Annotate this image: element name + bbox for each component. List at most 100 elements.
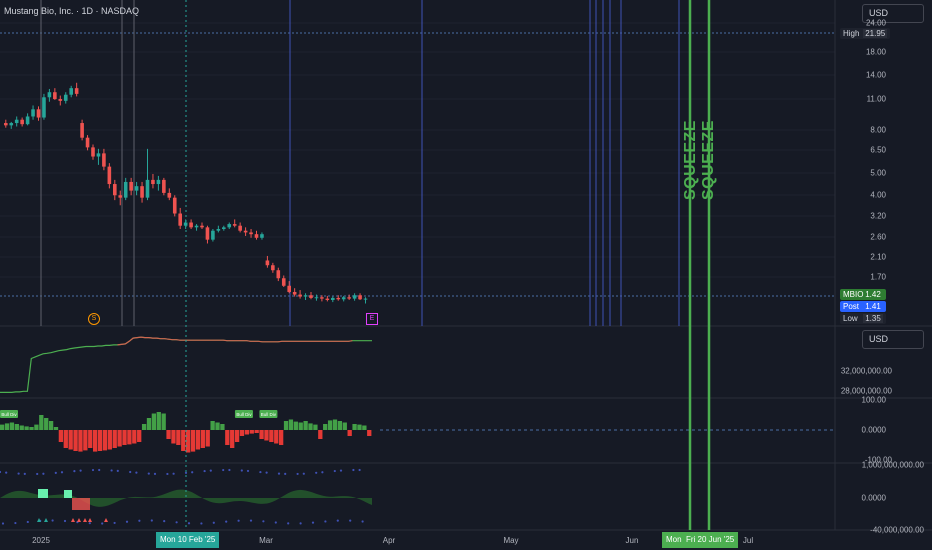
candle-body bbox=[222, 227, 226, 230]
osc-dot-upper bbox=[135, 471, 138, 474]
histogram-bar bbox=[39, 415, 44, 430]
candle-body bbox=[281, 278, 286, 286]
osc-dot-lower bbox=[299, 522, 302, 525]
osc-dot-lower bbox=[88, 522, 91, 525]
candle-body bbox=[134, 186, 139, 191]
osc-dot-upper bbox=[54, 471, 57, 474]
osc-dot-upper bbox=[209, 469, 212, 472]
osc-dot-upper bbox=[172, 472, 175, 475]
currency-selector-volume[interactable]: USD bbox=[862, 330, 924, 349]
candle-body bbox=[151, 179, 155, 185]
candle-body bbox=[341, 297, 346, 300]
osc-dot-upper bbox=[0, 470, 2, 474]
candle-body bbox=[292, 291, 297, 295]
candle-body bbox=[200, 225, 204, 228]
price-tick: 24.00 bbox=[865, 18, 886, 28]
dividend-marker[interactable]: S bbox=[88, 313, 100, 325]
histogram-bar bbox=[171, 430, 176, 444]
histogram-bar bbox=[293, 421, 298, 430]
osc-triangle bbox=[77, 518, 81, 522]
candle-body bbox=[303, 295, 308, 297]
candle-body bbox=[4, 123, 8, 126]
osc-dot-lower bbox=[200, 522, 203, 525]
histogram-bar bbox=[288, 419, 294, 430]
histogram-bar bbox=[4, 423, 10, 430]
candle-body bbox=[172, 197, 177, 214]
chart-stage[interactable]: Bull Div Bull Div Bull Div Mustang Bio, In… bbox=[0, 0, 932, 550]
histogram-bar bbox=[19, 425, 24, 430]
histogram-bar bbox=[303, 421, 308, 430]
post-tag-label: Post bbox=[843, 302, 860, 311]
earnings-marker[interactable]: E bbox=[366, 313, 378, 325]
histogram-bar bbox=[225, 430, 230, 445]
histogram-bar bbox=[362, 425, 367, 430]
osc-dot-lower bbox=[26, 520, 29, 524]
volume-tick: 28,000,000.00 bbox=[840, 386, 892, 396]
candle-body bbox=[331, 297, 335, 300]
osc-triangle bbox=[44, 518, 48, 522]
osc-dot-upper bbox=[42, 472, 45, 475]
histogram-bar bbox=[347, 430, 352, 436]
histogram-bar bbox=[68, 430, 73, 450]
osc-dot-lower bbox=[249, 519, 253, 522]
histogram-bar bbox=[190, 430, 196, 452]
osc-dot-lower bbox=[324, 520, 327, 523]
candle-body bbox=[9, 123, 14, 126]
osc-dot-lower bbox=[187, 522, 191, 525]
osc-dot-lower bbox=[163, 520, 166, 523]
osc-dot-lower bbox=[150, 519, 153, 522]
candle-body bbox=[80, 123, 84, 138]
histogram-bar bbox=[151, 413, 157, 430]
histogram-bar bbox=[83, 430, 88, 451]
histogram-bar bbox=[107, 430, 112, 450]
squeeze-date-label-fri: Fri 20 Jun '25 bbox=[682, 532, 739, 548]
osc-dot-lower bbox=[237, 519, 240, 522]
osc-dot-lower bbox=[287, 522, 290, 525]
bull-div-badge-text: Bull Div bbox=[1, 412, 17, 417]
symbol-price-tag: MBIO 1.42 bbox=[840, 289, 886, 300]
histogram-bar bbox=[9, 422, 15, 430]
osc-dot-upper bbox=[17, 472, 20, 475]
histogram-bar bbox=[141, 424, 147, 430]
osc-triangle bbox=[88, 518, 92, 522]
osc-dot-lower bbox=[175, 521, 178, 524]
osc-spike-green bbox=[38, 489, 48, 498]
crosshair-date-label: Mon 10 Feb '25 bbox=[156, 532, 220, 548]
histogram-bar bbox=[239, 430, 245, 436]
candle-body bbox=[265, 260, 270, 266]
candle-body bbox=[298, 294, 302, 297]
price-tick: 5.00 bbox=[870, 168, 886, 178]
histogram-bar bbox=[166, 430, 171, 439]
candle-body bbox=[276, 270, 281, 279]
histogram-bar bbox=[88, 430, 93, 448]
histogram-bar bbox=[78, 430, 83, 452]
candle-body bbox=[156, 179, 161, 185]
candle-body bbox=[194, 225, 199, 228]
osc-dot-lower bbox=[51, 519, 54, 522]
osc-dot-upper bbox=[73, 470, 76, 473]
osc2-tick: 0.0000 bbox=[861, 493, 886, 503]
candle-body bbox=[320, 297, 324, 299]
histogram-bar bbox=[269, 430, 274, 442]
candle-body bbox=[25, 116, 30, 125]
histogram-bar bbox=[102, 430, 108, 451]
histogram-bar bbox=[58, 430, 64, 442]
osc-dot-lower bbox=[361, 520, 364, 523]
osc-tick: 0.0000 bbox=[861, 425, 886, 435]
osc-dot-upper bbox=[166, 472, 169, 476]
symbol-title: Mustang Bio, Inc. · 1D · NASDAQ bbox=[4, 6, 140, 16]
histogram-bar bbox=[146, 418, 152, 430]
osc-dot-lower bbox=[101, 522, 104, 525]
osc-dot-lower bbox=[63, 519, 67, 523]
osc-dot-upper bbox=[228, 468, 231, 472]
osc-dot-lower bbox=[14, 521, 17, 525]
candle-body bbox=[107, 166, 112, 185]
candle-body bbox=[287, 285, 291, 292]
chart-canvas[interactable]: Bull Div Bull Div Bull Div bbox=[0, 0, 932, 550]
histogram-bar bbox=[220, 424, 225, 430]
high-tag: High 21.95 bbox=[840, 28, 891, 39]
candle-body bbox=[314, 297, 319, 299]
osc-dot-upper bbox=[98, 468, 101, 472]
osc-dot-lower bbox=[336, 519, 339, 522]
osc-dot-lower bbox=[138, 519, 141, 522]
